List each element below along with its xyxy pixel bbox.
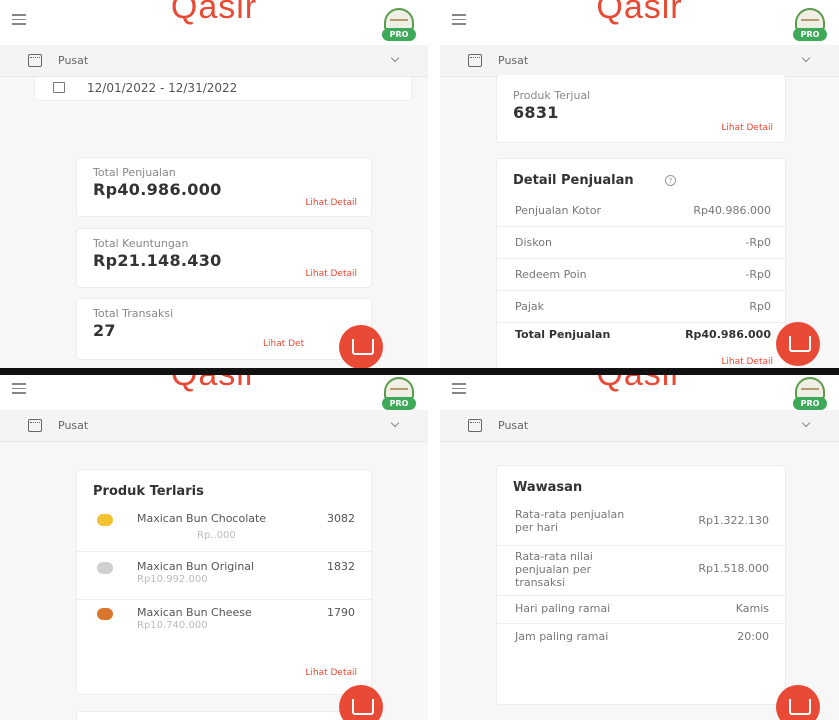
pro-badge: PRO <box>789 8 831 42</box>
outlet-selector[interactable]: Pusat <box>0 410 428 442</box>
card-produk-terlaris: Produk Terlaris Maxican Bun Chocolate 30… <box>76 469 372 695</box>
detail-title: Detail Penjualan <box>513 173 634 188</box>
outlet-selector[interactable]: Pusat <box>440 45 839 77</box>
detail-row: Redeem Poin -Rp0 <box>497 259 785 291</box>
insight-row: Hari paling ramai Kamis <box>497 596 785 624</box>
screen-sales-detail: Qasir PRO Pusat Produk Terjual 6831 Liha… <box>440 0 839 370</box>
top-bar: Qasir PRO <box>440 375 839 410</box>
silver-medal-icon <box>97 562 113 574</box>
chevron-down-icon <box>801 53 811 63</box>
store-icon <box>468 54 482 67</box>
outlet-name: Pusat <box>58 419 89 432</box>
card-value: 27 <box>93 321 116 340</box>
store-icon <box>28 419 42 432</box>
date-range: 12/01/2022 - 12/31/2022 <box>87 81 238 95</box>
menu-icon[interactable] <box>452 383 466 394</box>
product-item[interactable]: Maxican Bun Chocolate 3082 Rp..000 <box>77 506 371 552</box>
lihat-detail-link[interactable]: Lihat Detail <box>305 269 357 279</box>
next-card <box>76 711 372 720</box>
menu-icon[interactable] <box>12 14 26 25</box>
store-dome-icon <box>795 377 825 399</box>
detail-row: Penjualan Kotor Rp40.986.000 <box>497 195 785 227</box>
product-price: Rp10.992.000 <box>137 574 208 585</box>
product-price: Rp..000 <box>197 530 236 541</box>
product-qty: 1790 <box>327 606 355 619</box>
detail-total-row: Total Penjualan Rp40.986.000 <box>515 328 771 341</box>
top-bar: Qasir PRO <box>0 375 428 410</box>
card-label: Produk Terjual <box>513 89 591 102</box>
pro-badge: PRO <box>378 8 420 42</box>
card-total-penjualan: Total Penjualan Rp40.986.000 Lihat Detai… <box>76 157 372 217</box>
menu-icon[interactable] <box>12 383 26 394</box>
chevron-down-icon <box>390 53 400 63</box>
insight-row: Rata-rata penjualan per hari Rp1.322.130 <box>497 504 785 546</box>
chevron-down-icon <box>390 418 400 428</box>
lihat-detail-link[interactable]: Lihat Detail <box>305 198 357 208</box>
insight-row: Jam paling ramai 20:00 <box>515 630 769 643</box>
card-wawasan: Wawasan Rata-rata penjualan per hari Rp1… <box>496 465 786 705</box>
pro-badge: PRO <box>789 377 831 411</box>
top-bar: Qasir PRO <box>0 0 428 45</box>
store-dome-icon <box>384 377 414 399</box>
card-label: Total Transaksi <box>93 307 174 320</box>
screen-insights: Qasir PRO Pusat Wawasan Rata-rata penjua… <box>440 375 839 720</box>
app-logo: Qasir <box>596 375 682 394</box>
insight-row: Rata-rata nilai penjualan per transaksi … <box>497 546 785 596</box>
screen-sales-summary: Qasir PRO Pusat 12/01/2022 - 12/31/2022 … <box>0 0 428 370</box>
card-value: Rp21.148.430 <box>93 251 222 270</box>
lihat-detail-link[interactable]: Lihat Detail <box>721 123 773 133</box>
question-circle-icon[interactable]: ? <box>665 175 676 186</box>
card-produk-terjual: Produk Terjual 6831 Lihat Detail <box>496 75 786 143</box>
product-qty: 3082 <box>327 512 355 525</box>
outlet-selector[interactable]: Pusat <box>0 45 428 77</box>
card-label: Total Penjualan <box>93 166 176 179</box>
top-products-title: Produk Terlaris <box>93 484 204 499</box>
app-logo: Qasir <box>171 375 257 394</box>
menu-icon[interactable] <box>452 14 466 25</box>
store-dome-icon <box>795 8 825 30</box>
chat-fab-button[interactable] <box>339 325 383 369</box>
bronze-medal-icon <box>97 608 113 620</box>
app-logo: Qasir <box>596 0 683 26</box>
date-range-picker[interactable]: 12/01/2022 - 12/31/2022 <box>34 77 412 101</box>
outlet-selector[interactable]: Pusat <box>440 410 839 442</box>
detail-row: Diskon -Rp0 <box>497 227 785 259</box>
lihat-detail-link[interactable]: Lihat Detail <box>305 668 357 678</box>
gold-medal-icon <box>97 514 113 526</box>
card-total-keuntungan: Total Keuntungan Rp21.148.430 Lihat Deta… <box>76 228 372 288</box>
chevron-down-icon <box>801 418 811 428</box>
lihat-detail-link[interactable]: Lihat Det <box>263 339 304 349</box>
screenshot-divider <box>0 368 839 375</box>
card-value: Rp40.986.000 <box>93 180 222 199</box>
card-detail-penjualan: Detail Penjualan ? Penjualan Kotor Rp40.… <box>496 158 786 370</box>
pro-badge: PRO <box>378 377 420 411</box>
store-icon <box>28 54 42 67</box>
card-total-transaksi: Total Transaksi 27 Lihat Det <box>76 298 372 360</box>
app-logo: Qasir <box>170 0 258 26</box>
chat-fab-button[interactable] <box>776 685 820 720</box>
outlet-name: Pusat <box>498 54 529 67</box>
product-item[interactable]: Maxican Bun Original 1832 Rp10.992.000 <box>77 554 371 600</box>
outlet-name: Pusat <box>58 54 89 67</box>
chat-fab-button[interactable] <box>339 685 383 720</box>
product-name: Maxican Bun Original <box>137 560 255 573</box>
top-bar: Qasir PRO <box>440 0 839 45</box>
calendar-icon <box>53 82 65 93</box>
chat-fab-button[interactable] <box>776 322 820 366</box>
product-item[interactable]: Maxican Bun Cheese 1790 Rp10.740.000 <box>77 600 371 646</box>
product-qty: 1832 <box>327 560 355 573</box>
card-label: Total Keuntungan <box>93 237 189 250</box>
insights-title: Wawasan <box>513 480 583 495</box>
store-dome-icon <box>384 8 414 30</box>
product-price: Rp10.740.000 <box>137 620 208 631</box>
outlet-name: Pusat <box>498 419 529 432</box>
product-name: Maxican Bun Chocolate <box>137 512 267 525</box>
store-icon <box>468 419 482 432</box>
screen-top-products: Qasir PRO Pusat Produk Terlaris Maxican … <box>0 375 428 720</box>
card-value: 6831 <box>513 103 559 122</box>
product-name: Maxican Bun Cheese <box>137 606 252 619</box>
lihat-detail-link[interactable]: Lihat Detail <box>721 357 773 367</box>
